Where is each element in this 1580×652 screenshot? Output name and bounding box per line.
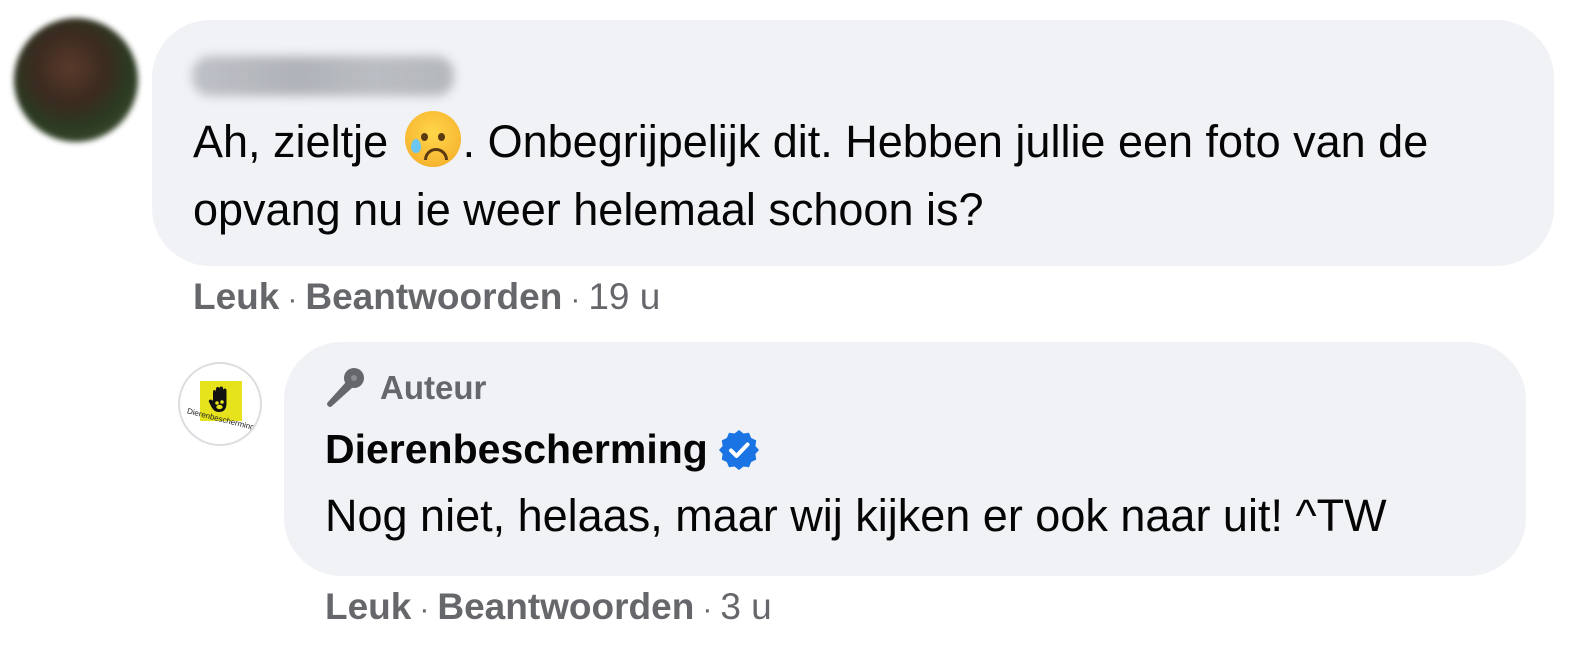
reply-link[interactable]: Beantwoorden xyxy=(437,586,694,627)
comment-text-start: Ah, zieltje xyxy=(193,116,401,167)
hand-icon xyxy=(208,386,227,412)
microphone-icon xyxy=(327,368,364,407)
separator: · xyxy=(287,283,298,316)
reply-link[interactable]: Beantwoorden xyxy=(305,276,562,317)
reply-timestamp[interactable]: 3 u xyxy=(720,586,771,627)
comment-actions: Leuk · Beantwoorden · 19 u xyxy=(193,276,660,318)
separator: · xyxy=(702,593,713,626)
like-link[interactable]: Leuk xyxy=(325,586,411,627)
comment-text: Ah, zieltje . Onbegrijpelijk dit. Hebben… xyxy=(193,108,1523,244)
commenter-avatar[interactable] xyxy=(14,18,138,142)
like-link[interactable]: Leuk xyxy=(193,276,279,317)
page-avatar[interactable]: Dierenbescherming xyxy=(178,362,262,446)
comment-timestamp[interactable]: 19 u xyxy=(588,276,660,317)
separator: · xyxy=(570,283,581,316)
author-badge: Auteur xyxy=(324,366,486,410)
author-badge-label: Auteur xyxy=(380,369,487,406)
sad-but-relieved-face-icon xyxy=(404,111,461,167)
reply-author: Dierenbescherming xyxy=(325,426,760,473)
reply-actions: Leuk · Beantwoorden · 3 u xyxy=(325,586,772,628)
commenter-name-blurred[interactable] xyxy=(192,56,454,96)
page-name-link[interactable]: Dierenbescherming xyxy=(325,426,708,473)
comment-thread: Ah, zieltje . Onbegrijpelijk dit. Hebben… xyxy=(0,0,1580,652)
reply-text: Nog niet, helaas, maar wij kijken er ook… xyxy=(325,490,1387,541)
verified-badge-icon xyxy=(718,429,759,470)
separator: · xyxy=(419,593,430,626)
